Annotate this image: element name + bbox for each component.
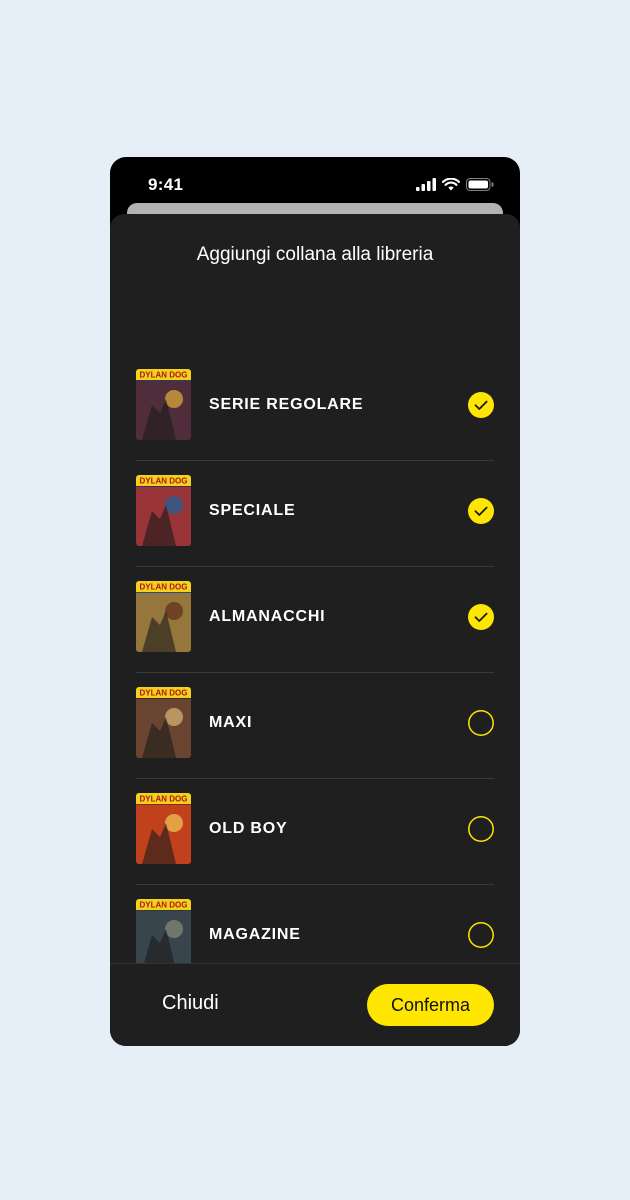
series-cover-image: DYLAN DOG [136, 475, 191, 546]
series-label: SPECIALE [209, 502, 296, 519]
series-cover-image: DYLAN DOG [136, 793, 191, 864]
sheet-footer: Chiudi Conferma [110, 963, 520, 1046]
signal-icon [416, 178, 436, 196]
svg-text:DYLAN DOG: DYLAN DOG [140, 583, 188, 592]
series-row[interactable]: DYLAN DOG MAXI [136, 673, 494, 779]
svg-text:DYLAN DOG: DYLAN DOG [140, 477, 188, 486]
series-row[interactable]: DYLAN DOG SPECIALE [136, 461, 494, 567]
series-label: MAGAZINE [209, 926, 301, 943]
status-time: 9:41 [148, 175, 184, 194]
status-icons [416, 177, 494, 196]
checkmark-selected-icon[interactable] [468, 498, 494, 524]
sheet-title: Aggiungi collana alla libreria [196, 244, 434, 265]
series-cover-image: DYLAN DOG [136, 899, 191, 970]
checkbox-empty-icon[interactable] [468, 710, 494, 736]
series-row[interactable]: DYLAN DOG SERIE REGOLARE [136, 355, 494, 461]
svg-text:DYLAN DOG: DYLAN DOG [140, 689, 188, 698]
series-list: DYLAN DOG SERIE REGOLARE DYLAN DOG SPECIALE… [136, 355, 494, 1046]
status-bar: 9:41 [110, 157, 520, 207]
svg-text:DYLAN DOG: DYLAN DOG [140, 901, 188, 910]
bottom-sheet: Aggiungi collana alla libreria DYLAN DOG… [110, 214, 520, 1046]
series-label: ALMANACCHI [209, 608, 326, 625]
series-cover-image: DYLAN DOG [136, 687, 191, 758]
svg-text:DYLAN DOG: DYLAN DOG [140, 371, 188, 380]
series-cover-image: DYLAN DOG [136, 581, 191, 652]
series-row[interactable]: DYLAN DOG ALMANACCHI [136, 567, 494, 673]
wifi-icon [441, 177, 461, 196]
series-row[interactable]: DYLAN DOG OLD BOY [136, 779, 494, 885]
series-label: OLD BOY [209, 820, 288, 837]
checkmark-selected-icon[interactable] [468, 392, 494, 418]
checkbox-empty-icon[interactable] [468, 816, 494, 842]
confirm-button[interactable]: Conferma [367, 984, 494, 1026]
checkmark-selected-icon[interactable] [468, 604, 494, 630]
series-cover-image: DYLAN DOG [136, 369, 191, 440]
phone-frame: 9:41 Aggiungi collana alla libreria DYLA… [110, 157, 520, 1046]
series-label: SERIE REGOLARE [209, 396, 364, 413]
series-label: MAXI [209, 714, 253, 731]
battery-icon [466, 178, 494, 196]
checkbox-empty-icon[interactable] [468, 922, 494, 948]
svg-text:DYLAN DOG: DYLAN DOG [140, 795, 188, 804]
close-button[interactable]: Chiudi [162, 992, 219, 1015]
